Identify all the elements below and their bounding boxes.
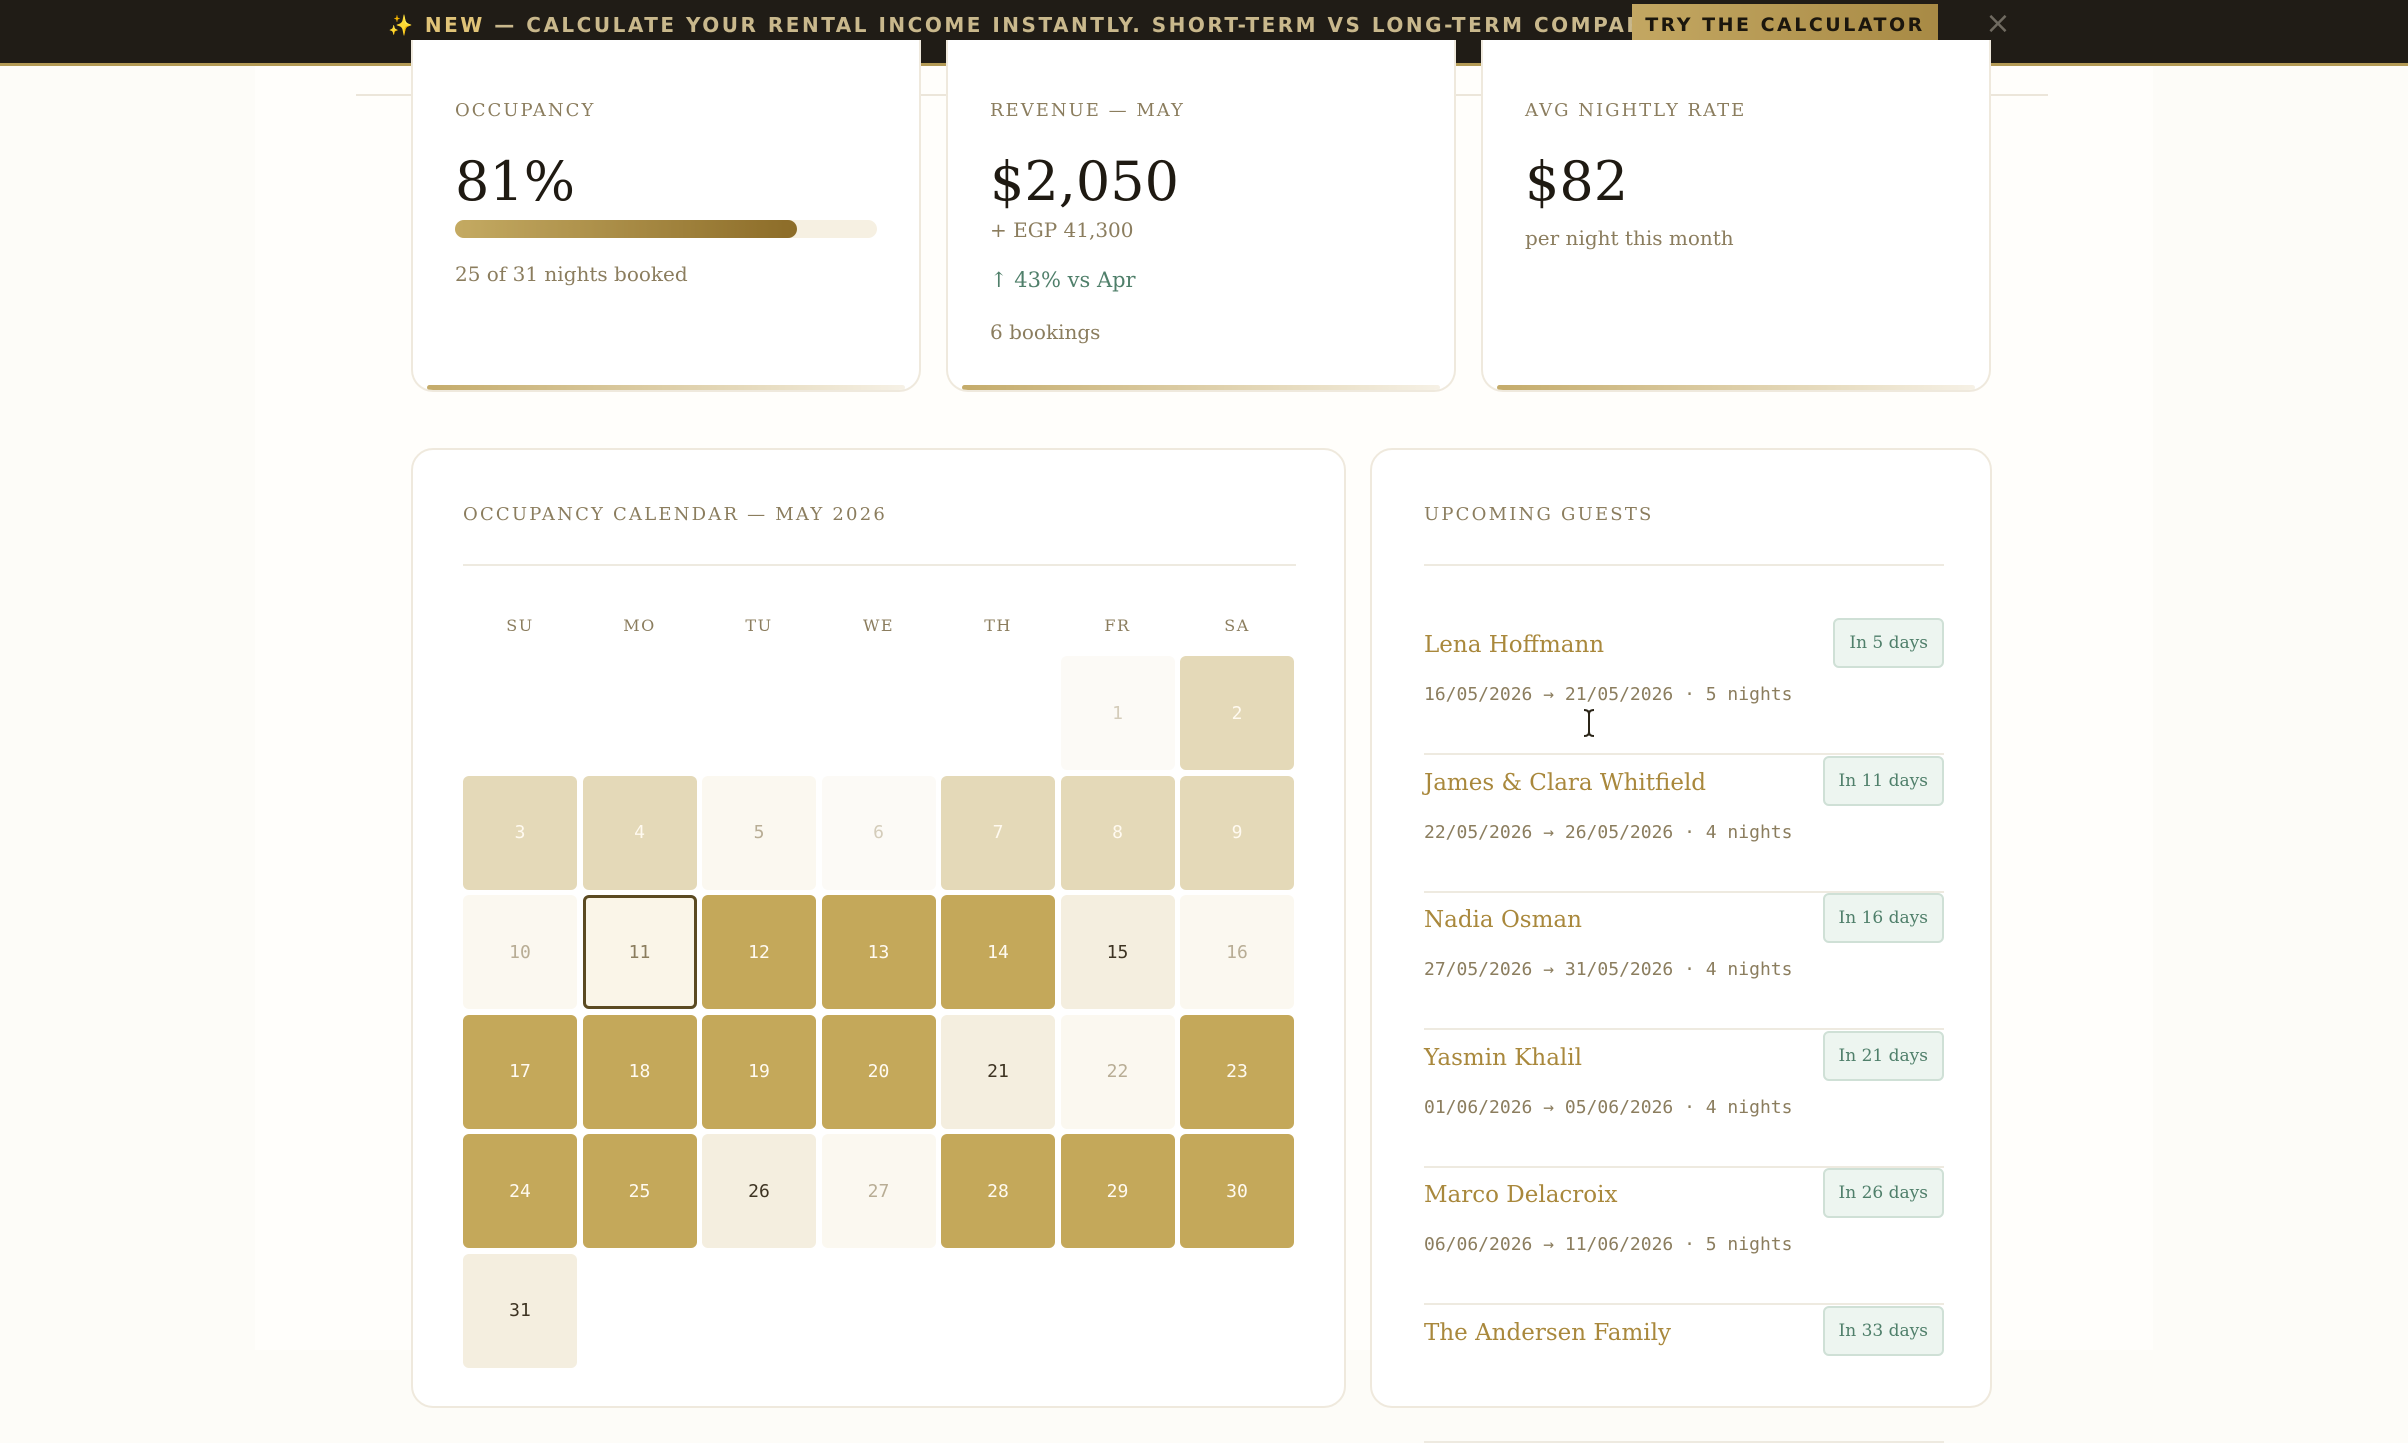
guest-name[interactable]: Marco Delacroix bbox=[1424, 1182, 1617, 1208]
calendar-day[interactable]: 18 bbox=[582, 1014, 697, 1129]
occupancy-progress-fill bbox=[455, 220, 797, 238]
revenue-value: $2,050 bbox=[990, 150, 1179, 213]
guest-row[interactable]: James & Clara Whitfield 22/05/2026 → 26/0… bbox=[1424, 755, 1944, 893]
guest-dates: 22/05/2026 → 26/05/2026 · 4 nights bbox=[1424, 821, 1793, 843]
calendar-day[interactable]: 5 bbox=[702, 775, 816, 890]
revenue-card: REVENUE — MAY $2,050 + EGP 41,300 ↑ 43% … bbox=[946, 40, 1456, 392]
calendar-day[interactable]: 14 bbox=[941, 895, 1055, 1009]
calendar-day[interactable]: 4 bbox=[582, 775, 697, 890]
calendar-day[interactable]: 17 bbox=[463, 1014, 577, 1129]
close-icon[interactable]: × bbox=[1984, 9, 2012, 39]
calendar-day[interactable]: 11 bbox=[582, 895, 697, 1009]
calendar-day[interactable]: 2 bbox=[1180, 656, 1294, 770]
text-cursor-icon bbox=[1583, 709, 1595, 737]
weekday-label: FR bbox=[1104, 616, 1131, 635]
calendar-day[interactable]: 16 bbox=[1180, 895, 1294, 1009]
calendar-day[interactable]: 6 bbox=[821, 775, 936, 890]
calendar-day[interactable]: 15 bbox=[1060, 895, 1175, 1009]
arrival-badge: In 5 days bbox=[1833, 618, 1944, 668]
occupancy-calendar-card: OCCUPANCY CALENDAR — MAY 2026 SU MO TU WE TH… bbox=[411, 448, 1346, 1408]
banner-text: — CALCULATE YOUR RENTAL INCOME INSTANTLY… bbox=[484, 13, 1720, 37]
guest-dates: 01/06/2026 → 05/06/2026 · 4 nights bbox=[1424, 1096, 1793, 1118]
calendar-day[interactable]: 7 bbox=[941, 775, 1055, 890]
weekday-label: TH bbox=[984, 616, 1012, 635]
guests-divider bbox=[1424, 564, 1944, 566]
guest-row[interactable]: Yasmin Khalil 01/06/2026 → 05/06/2026 · 4… bbox=[1424, 1030, 1944, 1168]
calendar-day[interactable]: 3 bbox=[463, 775, 577, 890]
weekday-label: SU bbox=[506, 616, 534, 635]
weekday-label: MO bbox=[623, 616, 656, 635]
calendar-day[interactable]: 25 bbox=[582, 1134, 697, 1248]
calendar-day[interactable]: 10 bbox=[463, 895, 577, 1009]
calendar-day[interactable]: 9 bbox=[1180, 775, 1294, 890]
calendar-day[interactable]: 20 bbox=[821, 1014, 936, 1129]
arrival-badge: In 26 days bbox=[1822, 1168, 1944, 1218]
guests-title: UPCOMING GUESTS bbox=[1424, 504, 1654, 525]
banner-message: ✨ NEW — CALCULATE YOUR RENTAL INCOME INS… bbox=[388, 13, 1720, 37]
calendar-day[interactable]: 21 bbox=[941, 1014, 1055, 1129]
calendar-day[interactable]: 22 bbox=[1060, 1014, 1175, 1129]
guest-dates: 06/06/2026 → 11/06/2026 · 5 nights bbox=[1424, 1234, 1793, 1255]
guest-name[interactable]: Nadia Osman bbox=[1424, 907, 1582, 933]
guest-name[interactable]: James & Clara Whitfield bbox=[1424, 770, 1706, 796]
revenue-secondary: + EGP 41,300 bbox=[990, 218, 1134, 242]
guest-name[interactable]: Lena Hoffmann bbox=[1424, 632, 1604, 658]
nightly-rate-value: $82 bbox=[1525, 150, 1629, 213]
revenue-change: ↑ 43% vs Apr bbox=[990, 268, 1136, 292]
weekday-label: TU bbox=[745, 616, 773, 635]
weekday-label: SA bbox=[1224, 616, 1250, 635]
calendar-day[interactable]: 28 bbox=[941, 1134, 1055, 1248]
guest-dates: 16/05/2026 → 21/05/2026 · 5 nights bbox=[1424, 684, 1793, 705]
calendar-day[interactable]: 31 bbox=[463, 1253, 577, 1368]
calendar-day[interactable]: 1 bbox=[1060, 656, 1175, 770]
calendar-day[interactable]: 27 bbox=[821, 1134, 936, 1248]
calendar-day[interactable]: 12 bbox=[702, 895, 816, 1009]
guest-row[interactable]: Marco Delacroix 06/06/2026 → 11/06/2026 ·… bbox=[1424, 1168, 1944, 1305]
nightly-rate-detail: per night this month bbox=[1525, 226, 1734, 250]
calendar-day[interactable]: 8 bbox=[1060, 775, 1175, 890]
revenue-label: REVENUE — MAY bbox=[990, 100, 1185, 121]
guest-row[interactable]: The Andersen Family In 33 days bbox=[1424, 1305, 1944, 1443]
occupancy-value: 81% bbox=[455, 150, 576, 213]
calendar-divider bbox=[463, 564, 1296, 566]
occupancy-progress-bar bbox=[455, 220, 877, 238]
calendar-day[interactable]: 30 bbox=[1180, 1134, 1294, 1248]
calendar-day[interactable]: 23 bbox=[1180, 1014, 1294, 1129]
guest-row[interactable]: Nadia Osman 27/05/2026 → 31/05/2026 · 4 n… bbox=[1424, 893, 1944, 1030]
arrival-badge: In 11 days bbox=[1822, 755, 1944, 806]
nightly-rate-card: AVG NIGHTLY RATE $82 per night this mont… bbox=[1481, 40, 1991, 392]
guest-name[interactable]: The Andersen Family bbox=[1424, 1320, 1671, 1346]
calendar-day[interactable]: 29 bbox=[1060, 1134, 1175, 1248]
weekday-label: WE bbox=[862, 616, 895, 635]
guest-dates: 27/05/2026 → 31/05/2026 · 4 nights bbox=[1424, 959, 1793, 980]
guest-name[interactable]: Yasmin Khalil bbox=[1424, 1045, 1582, 1071]
sparkle-icon: ✨ bbox=[388, 13, 416, 37]
occupancy-detail: 25 of 31 nights booked bbox=[455, 262, 688, 286]
calendar-day[interactable]: 24 bbox=[463, 1134, 577, 1248]
upcoming-guests-card: UPCOMING GUESTS Lena Hoffmann 16/05/2026 … bbox=[1370, 448, 1992, 1443]
calendar-day[interactable]: 19 bbox=[702, 1014, 816, 1129]
banner-new-label: NEW bbox=[424, 13, 485, 37]
occupancy-card: OCCUPANCY 81% 25 of 31 nights booked bbox=[411, 40, 921, 392]
calendar-day[interactable]: 26 bbox=[702, 1134, 816, 1248]
arrival-badge: In 16 days bbox=[1822, 893, 1944, 943]
occupancy-label: OCCUPANCY bbox=[455, 100, 596, 121]
nightly-rate-label: AVG NIGHTLY RATE bbox=[1525, 100, 1747, 121]
revenue-bookings: 6 bookings bbox=[990, 320, 1101, 344]
calendar-day[interactable]: 13 bbox=[821, 895, 936, 1009]
guest-row[interactable]: Lena Hoffmann 16/05/2026 → 21/05/2026 · 5… bbox=[1424, 618, 1944, 755]
arrival-badge: In 33 days bbox=[1822, 1305, 1944, 1356]
arrival-badge: In 21 days bbox=[1822, 1030, 1944, 1081]
calendar-title: OCCUPANCY CALENDAR — MAY 2026 bbox=[463, 504, 888, 525]
